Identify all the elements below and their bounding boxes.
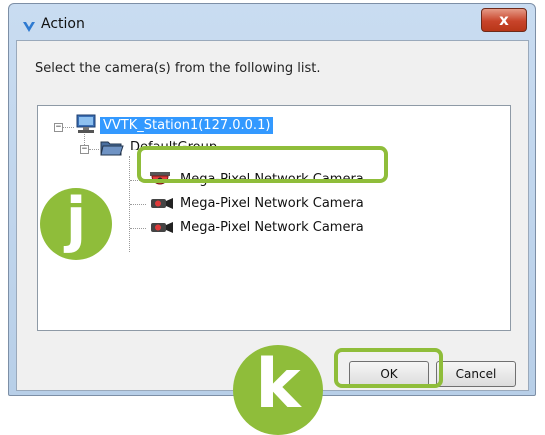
window-title: Action	[41, 16, 85, 32]
step-marker-j: j	[40, 188, 112, 260]
title-bar[interactable]: Action x	[9, 4, 535, 44]
computer-icon	[76, 114, 96, 133]
camera-node-label[interactable]: Mega-Pixel Network Camera	[180, 196, 364, 211]
close-button[interactable]: x	[481, 8, 527, 32]
folder-icon	[100, 141, 124, 156]
station-collapse-toggle[interactable]: −	[54, 123, 63, 132]
app-icon	[23, 22, 35, 32]
ok-button-highlight	[334, 348, 443, 388]
group-collapse-toggle[interactable]: −	[80, 145, 89, 154]
camera-node-label[interactable]: Mega-Pixel Network Camera	[180, 220, 364, 235]
step-marker-k: k	[233, 345, 323, 435]
tree-connector	[130, 228, 146, 229]
station-node-label[interactable]: VVTK_Station1(127.0.0.1)	[100, 117, 274, 134]
tree-connector	[89, 149, 99, 150]
bullet-camera-icon	[151, 222, 173, 233]
bullet-camera-icon	[151, 198, 173, 209]
first-camera-highlight	[137, 146, 388, 183]
instruction-text: Select the camera(s) from the following …	[35, 61, 321, 76]
tree-connector	[63, 127, 74, 128]
cancel-button[interactable]: Cancel	[436, 361, 516, 387]
tree-connector	[130, 204, 146, 205]
